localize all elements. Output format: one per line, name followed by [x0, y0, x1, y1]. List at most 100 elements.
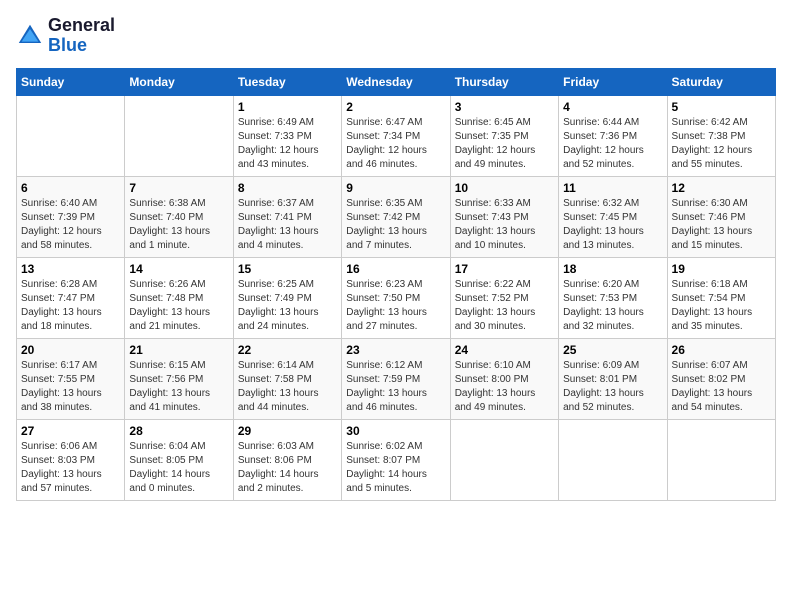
- day-detail: Sunrise: 6:42 AM Sunset: 7:38 PM Dayligh…: [672, 116, 771, 172]
- calendar-cell: 6 Sunrise: 6:40 AM Sunset: 7:39 PM Daylig…: [17, 176, 125, 257]
- day-detail: Sunrise: 6:44 AM Sunset: 7:36 PM Dayligh…: [563, 116, 662, 172]
- calendar-header-row: SundayMondayTuesdayWednesdayThursdayFrid…: [17, 68, 776, 95]
- day-of-week-header: Wednesday: [342, 68, 450, 95]
- day-detail: Sunrise: 6:09 AM Sunset: 8:01 PM Dayligh…: [563, 359, 662, 415]
- day-of-week-header: Saturday: [667, 68, 775, 95]
- calendar-cell: 12 Sunrise: 6:30 AM Sunset: 7:46 PM Dayli…: [667, 176, 775, 257]
- day-detail: Sunrise: 6:12 AM Sunset: 7:59 PM Dayligh…: [346, 359, 445, 415]
- logo-icon: [16, 22, 44, 50]
- calendar-cell: 7 Sunrise: 6:38 AM Sunset: 7:40 PM Daylig…: [125, 176, 233, 257]
- day-detail: Sunrise: 6:33 AM Sunset: 7:43 PM Dayligh…: [455, 197, 554, 253]
- day-detail: Sunrise: 6:22 AM Sunset: 7:52 PM Dayligh…: [455, 278, 554, 334]
- day-number: 7: [129, 181, 228, 195]
- day-number: 18: [563, 262, 662, 276]
- day-number: 5: [672, 100, 771, 114]
- page-header: General Blue: [16, 16, 776, 56]
- day-detail: Sunrise: 6:15 AM Sunset: 7:56 PM Dayligh…: [129, 359, 228, 415]
- day-detail: Sunrise: 6:26 AM Sunset: 7:48 PM Dayligh…: [129, 278, 228, 334]
- calendar-cell: 5 Sunrise: 6:42 AM Sunset: 7:38 PM Daylig…: [667, 95, 775, 176]
- day-number: 20: [21, 343, 120, 357]
- calendar-cell: 17Sunrise: 6:22 AM Sunset: 7:52 PM Dayli…: [450, 257, 558, 338]
- day-of-week-header: Sunday: [17, 68, 125, 95]
- day-number: 8: [238, 181, 337, 195]
- calendar-week-row: 27 Sunrise: 6:06 AM Sunset: 8:03 PM Dayli…: [17, 419, 776, 500]
- calendar-cell: 19Sunrise: 6:18 AM Sunset: 7:54 PM Dayli…: [667, 257, 775, 338]
- calendar-cell: 4 Sunrise: 6:44 AM Sunset: 7:36 PM Daylig…: [559, 95, 667, 176]
- day-detail: Sunrise: 6:04 AM Sunset: 8:05 PM Dayligh…: [129, 440, 228, 496]
- day-detail: Sunrise: 6:14 AM Sunset: 7:58 PM Dayligh…: [238, 359, 337, 415]
- day-number: 3: [455, 100, 554, 114]
- day-detail: Sunrise: 6:40 AM Sunset: 7:39 PM Dayligh…: [21, 197, 120, 253]
- calendar-week-row: 1 Sunrise: 6:49 AM Sunset: 7:33 PM Daylig…: [17, 95, 776, 176]
- calendar-cell: 20 Sunrise: 6:17 AM Sunset: 7:55 PM Dayli…: [17, 338, 125, 419]
- calendar-cell: 30Sunrise: 6:02 AM Sunset: 8:07 PM Dayli…: [342, 419, 450, 500]
- day-detail: Sunrise: 6:20 AM Sunset: 7:53 PM Dayligh…: [563, 278, 662, 334]
- day-number: 4: [563, 100, 662, 114]
- day-detail: Sunrise: 6:02 AM Sunset: 8:07 PM Dayligh…: [346, 440, 445, 496]
- calendar-cell: 22 Sunrise: 6:14 AM Sunset: 7:58 PM Dayli…: [233, 338, 341, 419]
- day-detail: Sunrise: 6:47 AM Sunset: 7:34 PM Dayligh…: [346, 116, 445, 172]
- day-detail: Sunrise: 6:10 AM Sunset: 8:00 PM Dayligh…: [455, 359, 554, 415]
- logo: General Blue: [16, 16, 115, 56]
- calendar-cell: 11 Sunrise: 6:32 AM Sunset: 7:45 PM Dayli…: [559, 176, 667, 257]
- calendar-cell: 16 Sunrise: 6:23 AM Sunset: 7:50 PM Dayli…: [342, 257, 450, 338]
- day-detail: Sunrise: 6:25 AM Sunset: 7:49 PM Dayligh…: [238, 278, 337, 334]
- day-number: 21: [129, 343, 228, 357]
- day-detail: Sunrise: 6:45 AM Sunset: 7:35 PM Dayligh…: [455, 116, 554, 172]
- day-number: 12: [672, 181, 771, 195]
- calendar-cell: 13Sunrise: 6:28 AM Sunset: 7:47 PM Dayli…: [17, 257, 125, 338]
- day-number: 9: [346, 181, 445, 195]
- calendar-week-row: 20 Sunrise: 6:17 AM Sunset: 7:55 PM Dayli…: [17, 338, 776, 419]
- day-of-week-header: Monday: [125, 68, 233, 95]
- calendar-cell: 28 Sunrise: 6:04 AM Sunset: 8:05 PM Dayli…: [125, 419, 233, 500]
- calendar-cell: 14 Sunrise: 6:26 AM Sunset: 7:48 PM Dayli…: [125, 257, 233, 338]
- day-detail: Sunrise: 6:32 AM Sunset: 7:45 PM Dayligh…: [563, 197, 662, 253]
- day-detail: Sunrise: 6:06 AM Sunset: 8:03 PM Dayligh…: [21, 440, 120, 496]
- day-number: 16: [346, 262, 445, 276]
- calendar-cell: 8 Sunrise: 6:37 AM Sunset: 7:41 PM Daylig…: [233, 176, 341, 257]
- calendar-cell: 18 Sunrise: 6:20 AM Sunset: 7:53 PM Dayli…: [559, 257, 667, 338]
- calendar-week-row: 6 Sunrise: 6:40 AM Sunset: 7:39 PM Daylig…: [17, 176, 776, 257]
- day-detail: Sunrise: 6:30 AM Sunset: 7:46 PM Dayligh…: [672, 197, 771, 253]
- day-detail: Sunrise: 6:35 AM Sunset: 7:42 PM Dayligh…: [346, 197, 445, 253]
- day-detail: Sunrise: 6:37 AM Sunset: 7:41 PM Dayligh…: [238, 197, 337, 253]
- day-number: 29: [238, 424, 337, 438]
- day-detail: Sunrise: 6:07 AM Sunset: 8:02 PM Dayligh…: [672, 359, 771, 415]
- day-number: 6: [21, 181, 120, 195]
- day-number: 24: [455, 343, 554, 357]
- calendar-cell: 1 Sunrise: 6:49 AM Sunset: 7:33 PM Daylig…: [233, 95, 341, 176]
- day-detail: Sunrise: 6:28 AM Sunset: 7:47 PM Dayligh…: [21, 278, 120, 334]
- calendar-cell: [450, 419, 558, 500]
- calendar-cell: 15 Sunrise: 6:25 AM Sunset: 7:49 PM Dayli…: [233, 257, 341, 338]
- day-number: 19: [672, 262, 771, 276]
- calendar-cell: 27 Sunrise: 6:06 AM Sunset: 8:03 PM Dayli…: [17, 419, 125, 500]
- day-number: 15: [238, 262, 337, 276]
- day-number: 26: [672, 343, 771, 357]
- day-detail: Sunrise: 6:23 AM Sunset: 7:50 PM Dayligh…: [346, 278, 445, 334]
- day-detail: Sunrise: 6:03 AM Sunset: 8:06 PM Dayligh…: [238, 440, 337, 496]
- calendar-cell: [667, 419, 775, 500]
- day-number: 27: [21, 424, 120, 438]
- calendar-cell: [17, 95, 125, 176]
- calendar-cell: [559, 419, 667, 500]
- day-number: 14: [129, 262, 228, 276]
- day-number: 22: [238, 343, 337, 357]
- calendar-week-row: 13Sunrise: 6:28 AM Sunset: 7:47 PM Dayli…: [17, 257, 776, 338]
- calendar-table: SundayMondayTuesdayWednesdayThursdayFrid…: [16, 68, 776, 501]
- day-number: 23: [346, 343, 445, 357]
- calendar-cell: [125, 95, 233, 176]
- day-detail: Sunrise: 6:17 AM Sunset: 7:55 PM Dayligh…: [21, 359, 120, 415]
- logo-text: General Blue: [48, 16, 115, 56]
- day-detail: Sunrise: 6:49 AM Sunset: 7:33 PM Dayligh…: [238, 116, 337, 172]
- calendar-cell: 23 Sunrise: 6:12 AM Sunset: 7:59 PM Dayli…: [342, 338, 450, 419]
- day-number: 28: [129, 424, 228, 438]
- day-number: 11: [563, 181, 662, 195]
- day-of-week-header: Tuesday: [233, 68, 341, 95]
- calendar-cell: 9 Sunrise: 6:35 AM Sunset: 7:42 PM Daylig…: [342, 176, 450, 257]
- calendar-cell: 25Sunrise: 6:09 AM Sunset: 8:01 PM Dayli…: [559, 338, 667, 419]
- calendar-cell: 10Sunrise: 6:33 AM Sunset: 7:43 PM Dayli…: [450, 176, 558, 257]
- day-number: 2: [346, 100, 445, 114]
- calendar-cell: 2 Sunrise: 6:47 AM Sunset: 7:34 PM Daylig…: [342, 95, 450, 176]
- day-detail: Sunrise: 6:38 AM Sunset: 7:40 PM Dayligh…: [129, 197, 228, 253]
- day-number: 1: [238, 100, 337, 114]
